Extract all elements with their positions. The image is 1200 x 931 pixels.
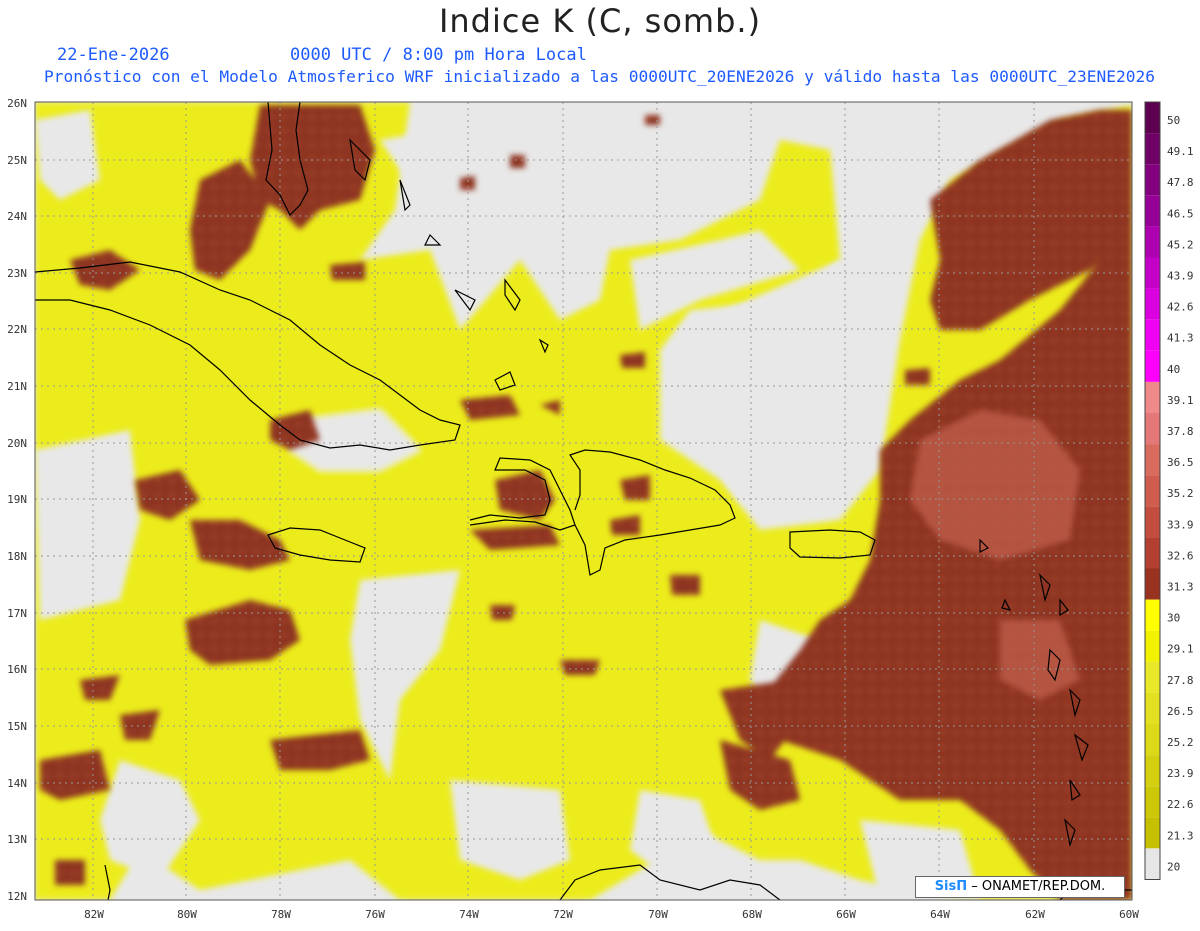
colorbar-label: 43.9 (1167, 270, 1194, 283)
colorbar-swatch (1145, 133, 1160, 165)
colorbar-swatch (1145, 102, 1160, 134)
colorbar-label: 26.5 (1167, 705, 1194, 718)
colorbar-label: 40 (1167, 363, 1180, 376)
lat-label: 12N (7, 890, 27, 903)
lon-label: 76W (365, 908, 385, 921)
colorbar-label: 41.3 (1167, 332, 1194, 345)
colorbar-label: 21.3 (1167, 829, 1194, 842)
lat-label: 19N (7, 493, 27, 506)
colorbar-swatch (1145, 413, 1160, 445)
colorbar-swatch (1145, 288, 1160, 320)
colorbar-label: 23.9 (1167, 767, 1194, 780)
lat-axis: 26N 25N 24N 23N 22N 21N 20N 19N 18N 17N … (7, 97, 27, 903)
lat-label: 24N (7, 210, 27, 223)
colorbar-swatch (1145, 350, 1160, 382)
lat-label: 13N (7, 833, 27, 846)
colorbar-swatch (1145, 226, 1160, 258)
colorbar-swatch (1145, 319, 1160, 351)
lon-label: 78W (271, 908, 291, 921)
colorbar-label: 30 (1167, 612, 1180, 625)
attribution-text: – ONAMET/REP.DOM. (971, 879, 1106, 894)
lon-label: 72W (553, 908, 573, 921)
map-svg: 26N 25N 24N 23N 22N 21N 20N 19N 18N 17N … (7, 97, 1194, 921)
colorbar-label: 31.3 (1167, 581, 1194, 594)
colorbar-label: 35.2 (1167, 487, 1194, 500)
colorbar-swatch (1145, 848, 1160, 880)
colorbar-swatch (1145, 661, 1160, 693)
colorbar-label: 25.2 (1167, 736, 1194, 749)
colorbar: 50 49.1 47.8 46.5 45.2 43.9 42.6 41.3 40 39.1 37.8… (1144, 101, 1194, 880)
colorbar-label: 47.8 (1167, 176, 1194, 189)
colorbar-label: 49.1 (1167, 145, 1194, 158)
lon-label: 68W (742, 908, 762, 921)
colorbar-label: 39.1 (1167, 394, 1194, 407)
lat-label: 15N (7, 720, 27, 733)
lat-label: 20N (7, 437, 27, 450)
colorbar-label: 27.8 (1167, 674, 1194, 687)
colorbar-swatch (1145, 506, 1160, 538)
colorbar-swatch (1145, 444, 1160, 476)
lon-label: 80W (177, 908, 197, 921)
colorbar-label: 50 (1167, 114, 1180, 127)
lon-label: 62W (1025, 908, 1045, 921)
colorbar-label: 29.1 (1167, 643, 1194, 656)
lon-label: 64W (930, 908, 950, 921)
lat-label: 18N (7, 550, 27, 563)
map-figure: 26N 25N 24N 23N 22N 21N 20N 19N 18N 17N … (0, 0, 1200, 927)
colorbar-swatch (1145, 195, 1160, 227)
colorbar-label: 46.5 (1167, 207, 1194, 220)
lat-label: 17N (7, 607, 27, 620)
sispi-logo: SisΠ (934, 879, 968, 894)
colorbar-swatch (1145, 786, 1160, 818)
colorbar-label: 33.9 (1167, 518, 1194, 531)
colorbar-label: 32.6 (1167, 549, 1194, 562)
lon-label: 70W (648, 908, 668, 921)
lat-label: 26N (7, 97, 27, 110)
colorbar-swatch (1145, 475, 1160, 507)
colorbar-swatch (1145, 381, 1160, 413)
colorbar-swatch (1145, 568, 1160, 600)
colorbar-swatch (1145, 257, 1160, 289)
lon-label: 74W (459, 908, 479, 921)
colorbar-label: 22.6 (1167, 798, 1194, 811)
colorbar-label: 42.6 (1167, 301, 1194, 314)
colorbar-swatch (1145, 599, 1160, 631)
lon-label: 66W (836, 908, 856, 921)
lat-label: 21N (7, 380, 27, 393)
lat-label: 25N (7, 154, 27, 167)
colorbar-swatch (1145, 817, 1160, 849)
colorbar-label: 36.5 (1167, 456, 1194, 469)
colorbar-label: 45.2 (1167, 238, 1194, 251)
lon-label: 82W (84, 908, 104, 921)
lat-label: 14N (7, 777, 27, 790)
lon-axis: 82W 80W 78W 76W 74W 72W 70W 68W 66W 64W … (84, 908, 1139, 921)
colorbar-label: 37.8 (1167, 425, 1194, 438)
lat-label: 16N (7, 663, 27, 676)
lon-label: 60W (1119, 908, 1139, 921)
colorbar-label: 20 (1167, 860, 1180, 873)
colorbar-swatch (1145, 164, 1160, 196)
colorbar-swatch (1145, 537, 1160, 569)
lat-label: 23N (7, 267, 27, 280)
colorbar-swatch (1145, 692, 1160, 724)
colorbar-swatch (1145, 724, 1160, 756)
lat-label: 22N (7, 323, 27, 336)
colorbar-swatch (1145, 755, 1160, 787)
colorbar-swatch (1145, 630, 1160, 662)
attribution: SisΠ – ONAMET/REP.DOM. (915, 876, 1125, 898)
